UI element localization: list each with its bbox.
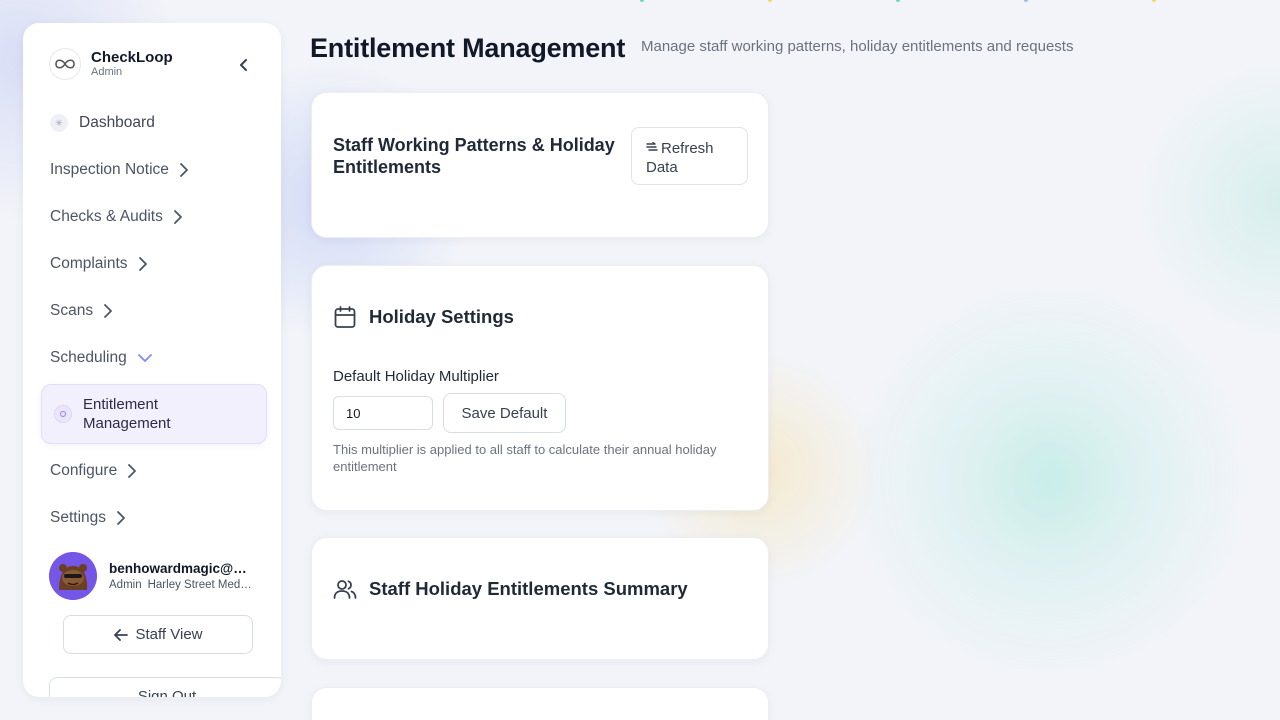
calendar-icon [334, 306, 356, 328]
holiday-settings-card: Holiday Settings Default Holiday Multipl… [311, 265, 769, 511]
working-patterns-title: Staff Working Patterns & Holiday Entitle… [333, 135, 615, 177]
collapse-sidebar-button[interactable] [235, 56, 253, 74]
sidebar: CheckLoop Admin ✳ Dashboard Inspection N… [23, 23, 281, 697]
chevron-right-icon [173, 209, 183, 225]
brand-role: Admin [91, 66, 123, 78]
sidebar-item-label: Configure [50, 462, 118, 479]
decor-dot [640, 0, 644, 2]
holiday-multiplier-input[interactable] [333, 396, 433, 430]
decor-dot [768, 0, 772, 2]
sidebar-item-dashboard[interactable]: ✳ Dashboard [50, 110, 155, 136]
sidebar-item-settings[interactable]: Settings [50, 505, 126, 531]
circle-dot-icon [54, 405, 72, 423]
sidebar-item-entitlement-management[interactable]: Entitlement Management [41, 384, 267, 444]
multiplier-label: Default Holiday Multiplier [333, 368, 499, 385]
user-role: Admin [109, 579, 142, 591]
holiday-settings-title: Holiday Settings [369, 306, 514, 327]
decor-dot [896, 0, 900, 2]
next-card [311, 687, 769, 720]
chevron-right-icon [127, 463, 137, 479]
chevron-right-icon [116, 510, 126, 526]
chevron-left-icon [240, 59, 247, 71]
sidebar-item-label: Dashboard [79, 114, 155, 131]
sidebar-item-scans[interactable]: Scans [50, 298, 113, 324]
sidebar-item-complaints[interactable]: Complaints [50, 251, 148, 277]
save-default-button[interactable]: Save Default [443, 393, 566, 433]
sidebar-item-scheduling[interactable]: Scheduling [50, 345, 153, 371]
page-subtitle: Manage staff working patterns, holiday e… [641, 38, 1074, 55]
page-title: Entitlement Management [310, 33, 626, 63]
arrow-left-icon [113, 628, 128, 641]
brand: CheckLoop Admin [49, 48, 173, 80]
entitlements-summary-card: Staff Holiday Entitlements Summary [311, 537, 769, 660]
working-patterns-card: Staff Working Patterns & Holiday Entitle… [311, 92, 769, 238]
decor-dot [1152, 0, 1156, 2]
refresh-icon [646, 138, 658, 157]
holiday-settings-header: Holiday Settings [333, 305, 514, 329]
chevron-right-icon [138, 256, 148, 272]
sidebar-item-label: Entitlement Management [83, 396, 171, 432]
multiplier-help-text: This multiplier is applied to all staff … [333, 442, 717, 474]
sidebar-item-label: Checks & Audits [50, 208, 163, 225]
sidebar-item-inspection-notice[interactable]: Inspection Notice [50, 157, 189, 183]
user-meta: Admin Harley Street Medical [109, 579, 253, 591]
infinity-logo-icon [49, 48, 81, 80]
users-icon [333, 580, 357, 599]
sign-out-label: Sign Out [137, 688, 197, 697]
staff-view-button[interactable]: Staff View [63, 615, 253, 654]
sidebar-item-label: Scheduling [50, 349, 127, 366]
summary-header: Staff Holiday Entitlements Summary [333, 577, 688, 601]
refresh-data-button[interactable]: Refresh Data [631, 127, 748, 185]
summary-title: Staff Holiday Entitlements Summary [369, 578, 688, 599]
sidebar-item-label: Settings [50, 509, 107, 526]
user-profile[interactable]: benhowardmagic@hotmail.com Admin Harley S… [49, 552, 253, 600]
brand-name: CheckLoop [91, 49, 173, 66]
user-email: benhowardmagic@hotmail.com [109, 561, 253, 576]
sidebar-item-label: Complaints [50, 255, 128, 272]
sidebar-item-configure[interactable]: Configure [50, 458, 137, 484]
user-site: Harley Street Medical [147, 579, 253, 591]
sidebar-item-label: Scans [50, 302, 94, 319]
sidebar-item-label: Inspection Notice [50, 161, 169, 178]
chevron-right-icon [179, 162, 189, 178]
chevron-right-icon [103, 303, 113, 319]
staff-view-label: Staff View [135, 626, 203, 643]
chevron-down-icon [137, 353, 153, 363]
sign-out-button[interactable]: Sign Out [49, 677, 281, 697]
avatar [49, 552, 97, 600]
dashboard-dot-icon: ✳ [50, 114, 68, 132]
decor-dot [1024, 0, 1028, 2]
sidebar-item-checks-audits[interactable]: Checks & Audits [50, 204, 183, 230]
save-default-label: Save Default [461, 404, 548, 422]
